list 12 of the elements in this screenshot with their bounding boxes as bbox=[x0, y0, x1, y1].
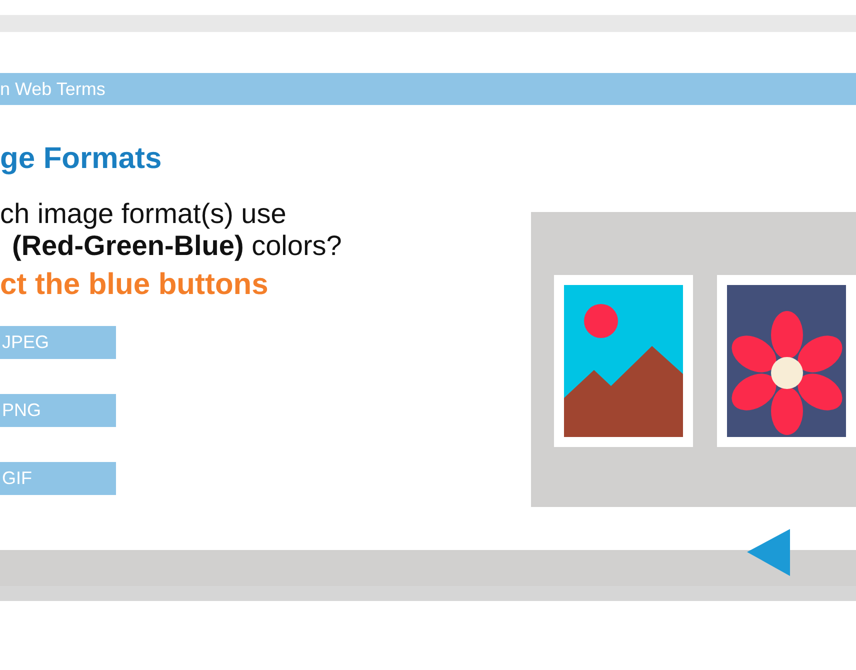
header-title: n Web Terms bbox=[0, 80, 106, 98]
left-triangle-icon bbox=[747, 529, 790, 576]
question-text: (Red-Green-Blue) colors? bbox=[11, 230, 343, 262]
answer-button[interactable]: GIF bbox=[0, 462, 116, 496]
flower-icon bbox=[727, 285, 846, 437]
slide-title: ge Formats bbox=[0, 144, 163, 174]
answer-button[interactable]: JPEG bbox=[0, 326, 116, 360]
previous-button[interactable] bbox=[747, 529, 790, 576]
landscape-icon bbox=[564, 285, 683, 437]
instruction-text: ct the blue buttons bbox=[0, 270, 270, 300]
question-text: ch image format(s) use bbox=[0, 198, 288, 230]
answer-button[interactable]: PNG bbox=[0, 394, 116, 428]
